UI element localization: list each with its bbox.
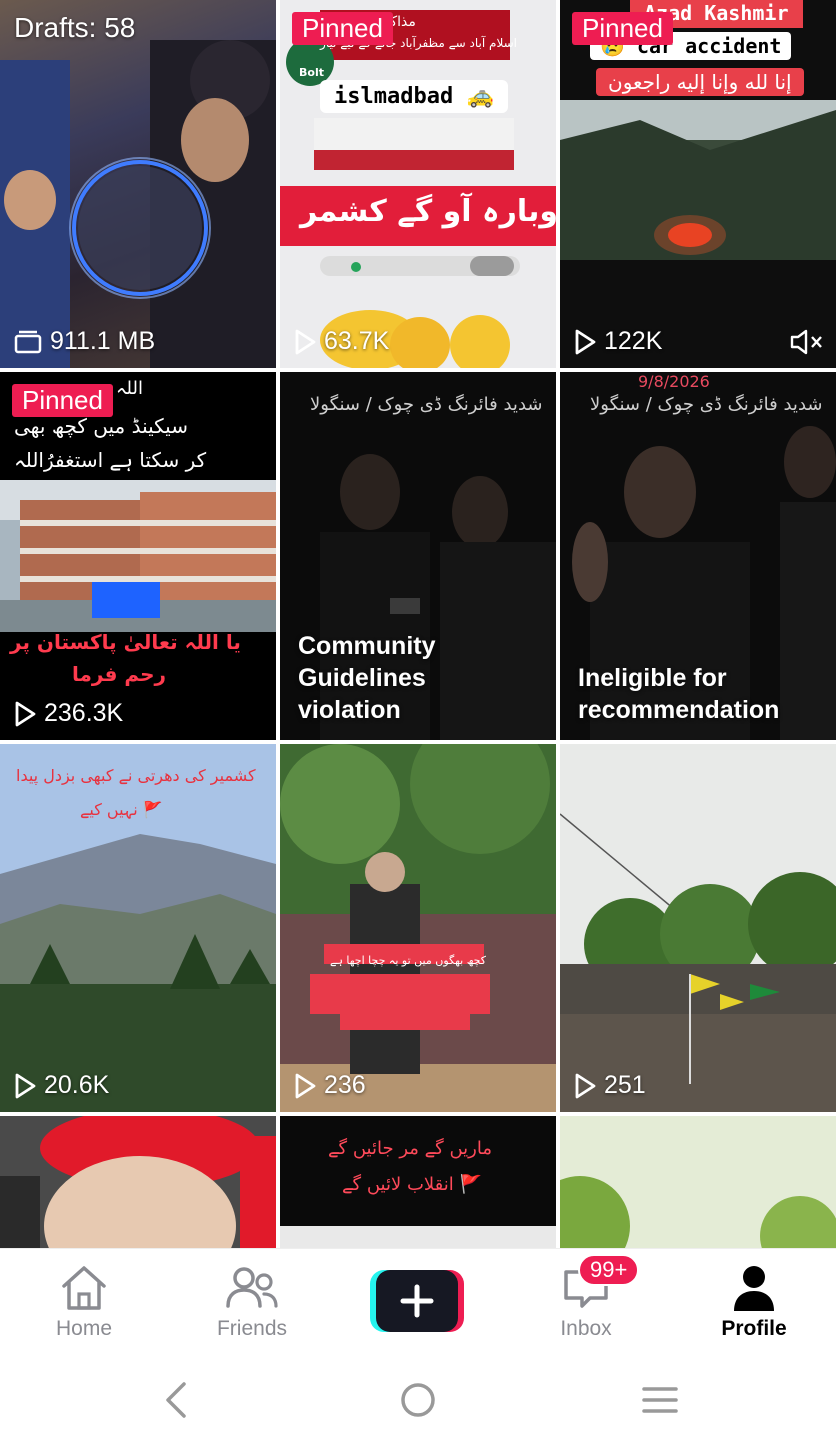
drafts-size-value: 911.1 MB xyxy=(50,327,156,355)
muted-icon xyxy=(790,329,822,355)
drafts-thumbnail xyxy=(0,40,276,368)
overlay-text: دوبارہ آو گے کشمر xyxy=(300,194,556,229)
home-button-icon[interactable] xyxy=(398,1380,438,1420)
recents-icon[interactable] xyxy=(640,1380,680,1420)
nav-inbox-label: Inbox xyxy=(560,1317,612,1340)
overlay-text: 9/8/2026 xyxy=(638,372,710,391)
drafts-tile[interactable]: Drafts: 58 911.1 MB xyxy=(0,0,276,368)
overlay-text: سیکینڈ میں کچھ بھی xyxy=(14,414,188,438)
overlay-text: شدید فائرنگ ڈی چوک / سنگولا xyxy=(590,394,823,415)
view-count: 63.7K xyxy=(294,327,389,356)
inbox-badge: 99+ xyxy=(578,1254,640,1286)
video-thumbnail xyxy=(0,1116,276,1248)
view-count: 236.3K xyxy=(14,699,123,728)
overlay-text: نہیں کیے 🚩 xyxy=(80,800,163,819)
video-tile[interactable]: Azad Kashmir Pinned 😢 car accident إنا ل… xyxy=(560,0,836,368)
video-tile[interactable]: Pinned مذاکراتی کمیٹی اسلام آباد سے مظفر… xyxy=(280,0,556,368)
drafts-count: Drafts: 58 xyxy=(14,12,136,43)
video-tile[interactable]: ماریں گے مر جائیں گے انقلاب لائیں گے 🚩 xyxy=(280,1116,556,1248)
video-tile[interactable]: اللہ Pinned سیکینڈ میں کچھ بھی کر سکتا ہ… xyxy=(0,372,276,740)
nav-friends[interactable]: Friends xyxy=(182,1263,322,1341)
video-tile[interactable] xyxy=(0,1116,276,1248)
nav-home[interactable]: Home xyxy=(14,1263,154,1341)
nav-profile[interactable]: Profile xyxy=(684,1263,824,1341)
play-icon xyxy=(295,329,316,354)
view-count-value: 20.6K xyxy=(44,1071,110,1099)
overlay-text: یا اللہ تعالیٰ پاکستان پر xyxy=(10,630,241,654)
create-button[interactable] xyxy=(370,1270,464,1332)
bolt-logo: Bolt xyxy=(299,66,324,79)
view-count: 122K xyxy=(574,327,662,356)
play-icon xyxy=(575,1073,596,1098)
video-tile[interactable]: کچھ بھگوں میں تو یہ چچا اچھا ہے 236 xyxy=(280,744,556,1112)
drafts-size: 911.1 MB xyxy=(14,327,155,356)
overlay-text: شدید فائرنگ ڈی چوک / سنگولا xyxy=(310,394,543,415)
view-count-value: 236.3K xyxy=(44,699,124,727)
pinned-badge: Pinned xyxy=(292,12,393,45)
play-icon xyxy=(575,329,596,354)
video-thumbnail xyxy=(560,744,836,1112)
play-icon xyxy=(15,1073,36,1098)
nav-profile-label: Profile xyxy=(721,1317,787,1340)
video-tile[interactable] xyxy=(560,1116,836,1248)
overlay-text: ماریں گے مر جائیں گے xyxy=(328,1138,492,1159)
view-count-value: 251 xyxy=(604,1071,646,1099)
overlay-text: کشمیر کی دھرتی نے کبھی بزدل پیدا xyxy=(16,766,256,785)
overlay-text: انقلاب لائیں گے 🚩 xyxy=(342,1174,482,1195)
view-count-value: 236 xyxy=(324,1071,366,1099)
video-tile[interactable]: 9/8/2026 شدید فائرنگ ڈی چوک / سنگولا Ine… xyxy=(560,372,836,740)
video-tile[interactable]: 251 xyxy=(560,744,836,1112)
system-navigation-bar xyxy=(0,1352,836,1444)
home-icon xyxy=(62,1266,106,1310)
overlay-text: رحم فرما xyxy=(72,662,167,686)
view-count-value: 63.7K xyxy=(324,327,390,355)
friends-icon xyxy=(226,1267,278,1308)
overlay-text: إنا لله وإنا إليه راجعون xyxy=(596,68,804,96)
play-icon xyxy=(295,1073,316,1098)
overlay-text: اللہ xyxy=(116,378,143,399)
view-count-value: 122K xyxy=(604,327,663,355)
pinned-badge: Pinned xyxy=(572,12,673,45)
video-thumbnail xyxy=(560,1116,836,1248)
view-count: 236 xyxy=(294,1071,366,1100)
video-grid: Drafts: 58 911.1 MB Pinned مذاکراتی کمیٹ xyxy=(0,0,836,1248)
overlay-text: کچھ بھگوں میں تو یہ چچا اچھا ہے xyxy=(330,954,486,967)
drafts-stack-icon xyxy=(14,330,42,353)
profile-icon xyxy=(734,1266,774,1311)
nav-home-label: Home xyxy=(55,1317,113,1340)
status-label: Ineligible for recommendation xyxy=(578,664,780,724)
play-icon xyxy=(15,701,36,726)
status-label: Community Guidelines violation xyxy=(298,632,436,724)
overlay-text: کر سکتا ہے استغفرُاللہ xyxy=(14,448,207,472)
video-tile[interactable]: شدید فائرنگ ڈی چوک / سنگولا Community Gu… xyxy=(280,372,556,740)
back-icon[interactable] xyxy=(160,1380,192,1420)
video-thumbnail xyxy=(280,744,556,1112)
pinned-badge: Pinned xyxy=(12,384,113,417)
view-count: 251 xyxy=(574,1071,646,1100)
video-thumbnail xyxy=(280,0,556,368)
overlay-text: islmadbad 🚕 xyxy=(320,80,508,113)
nav-friends-label: Friends xyxy=(216,1317,288,1340)
view-count: 20.6K xyxy=(14,1071,109,1100)
video-tile[interactable]: کشمیر کی دھرتی نے کبھی بزدل پیدا نہیں کی… xyxy=(0,744,276,1112)
